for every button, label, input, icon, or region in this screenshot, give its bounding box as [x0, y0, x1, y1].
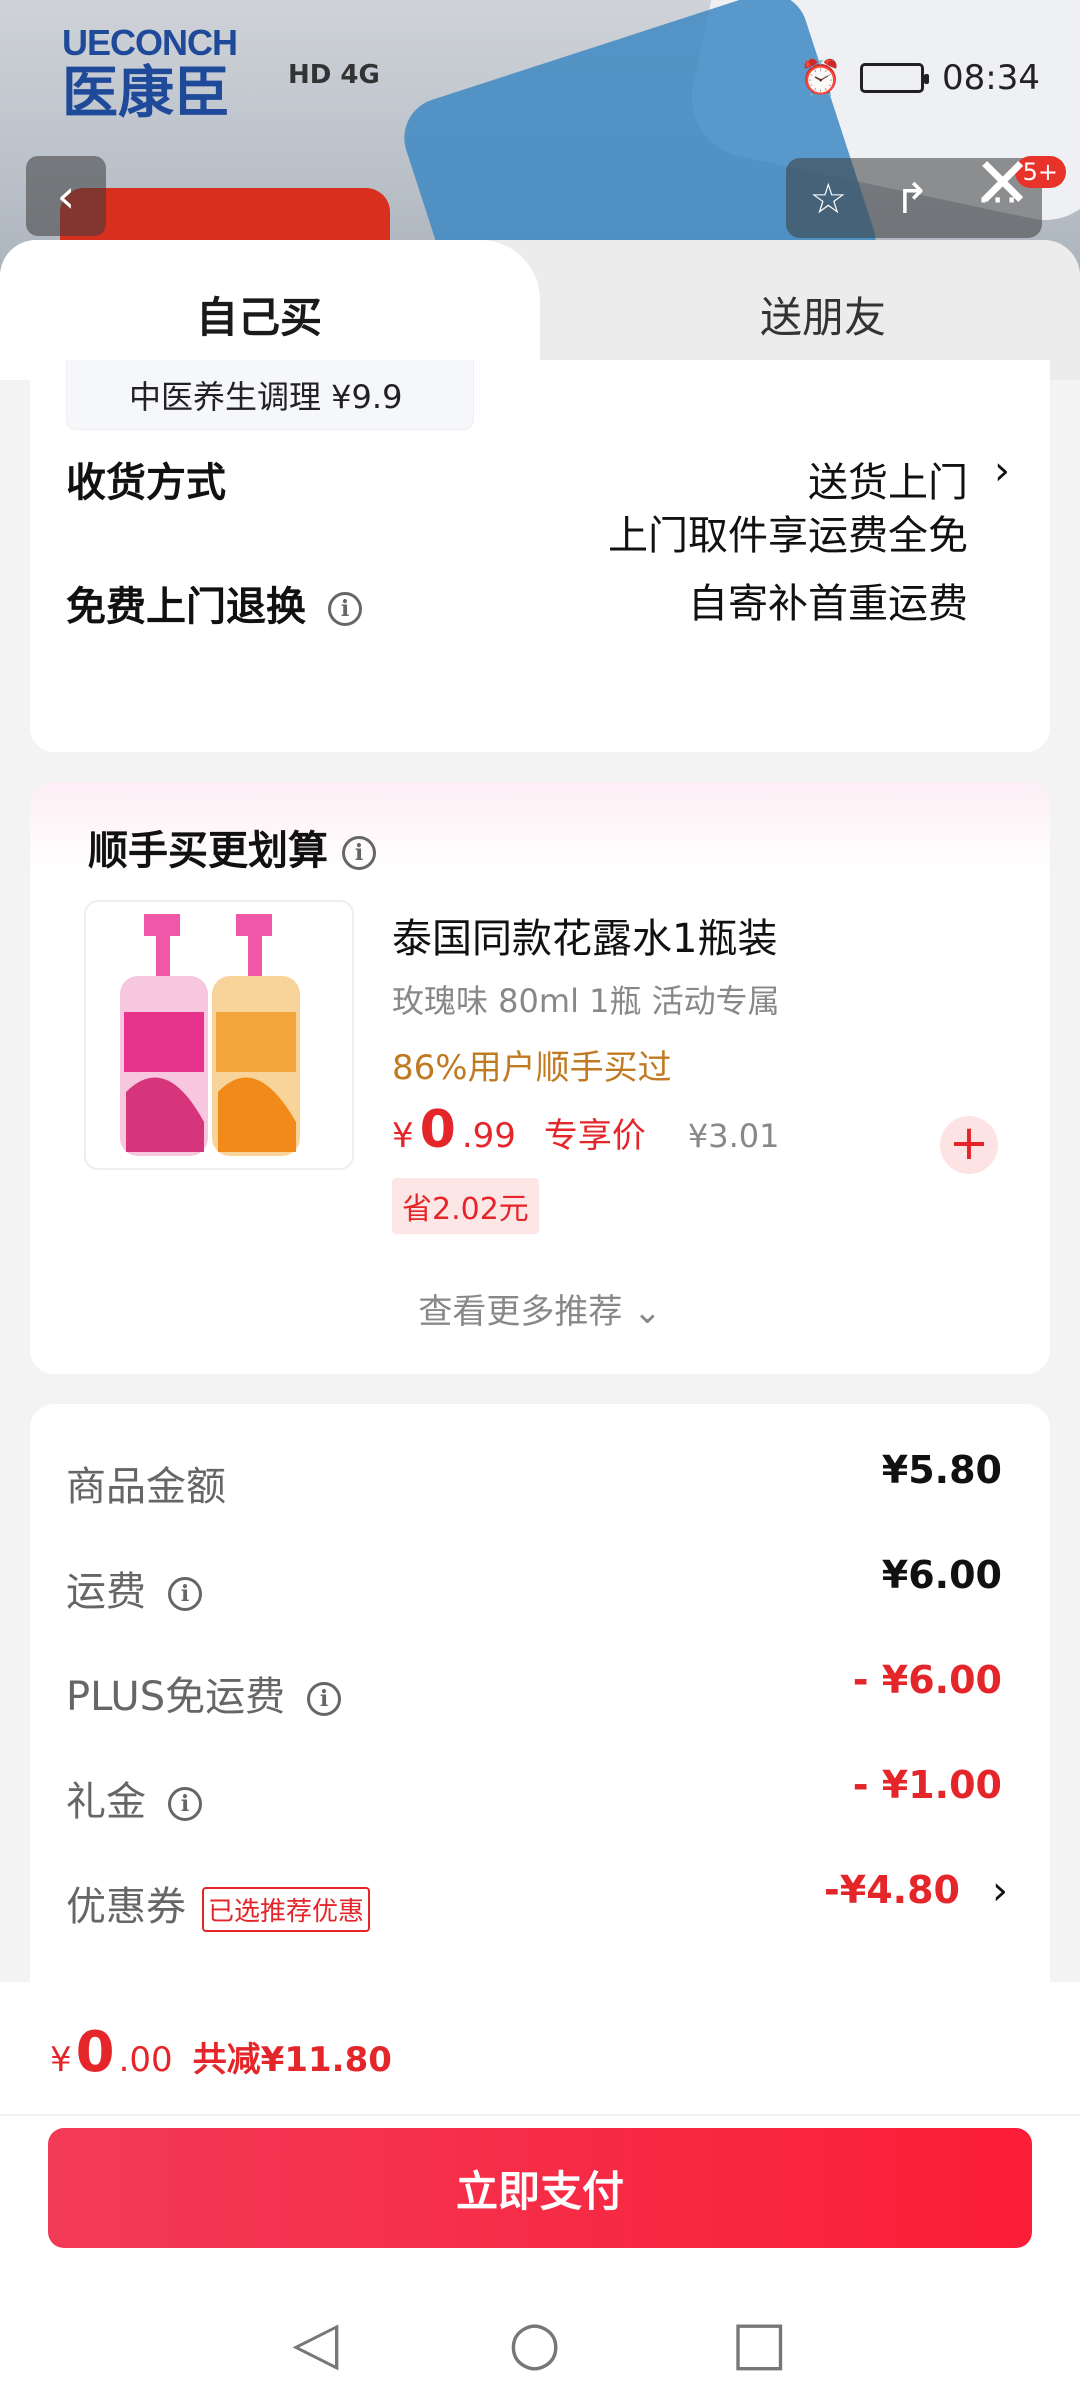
- brand-logo: UECONCH 医康臣: [62, 22, 238, 124]
- chevron-right-icon[interactable]: ›: [994, 448, 1010, 494]
- total-saved: 共减¥11.80: [192, 2040, 392, 2080]
- free-return-label: 免费上门退换 i: [66, 574, 362, 632]
- upsell-price: ¥0.99 专享价 ¥3.01: [392, 1100, 780, 1160]
- info-icon[interactable]: i: [168, 1577, 202, 1611]
- tab-self-label[interactable]: 自己买: [196, 284, 322, 345]
- purchase-tabs: 自己买 送朋友: [0, 240, 1080, 380]
- checkout-sheet: 自己买 送朋友 中医养生调理 ¥9.9 收货方式 送货上门 › 免费上门退换 i …: [0, 240, 1080, 2400]
- info-icon[interactable]: i: [168, 1787, 202, 1821]
- clock: 08:34: [942, 58, 1040, 98]
- fee-row-goods: 商品金额 ¥5.80: [66, 1448, 1002, 1510]
- tab-friend-label[interactable]: 送朋友: [760, 284, 886, 345]
- alarm-icon: ⏰: [799, 58, 843, 98]
- free-return-detail: 上门取件享运费全免 自寄补首重运费: [608, 513, 968, 627]
- coupon-selected-tag: 已选推荐优惠: [202, 1886, 371, 1932]
- add-upsell-button[interactable]: +: [940, 1116, 998, 1174]
- upsell-product-name[interactable]: 泰国同款花露水1瓶装: [392, 906, 777, 964]
- upsell-card: 顺手买更划算 i 泰国同款花露水1瓶装 玫瑰味 80ml 1瓶 活动专属 86%用…: [30, 782, 1050, 1374]
- battery-icon: [860, 63, 930, 93]
- network-status: HD 4G: [288, 60, 380, 90]
- savings-tag: 省2.02元: [392, 1178, 539, 1234]
- exclusive-price-label: 专享价: [543, 1116, 646, 1156]
- divider: [0, 2114, 1080, 2116]
- status-bar-right: ⏰ 08:34: [800, 58, 1040, 98]
- favorite-star-icon[interactable]: ☆: [810, 174, 848, 223]
- product-thumbnail[interactable]: [84, 900, 354, 1170]
- back-button[interactable]: ‹: [26, 156, 106, 236]
- nav-back-icon[interactable]: ◁: [292, 2308, 338, 2378]
- close-icon[interactable]: ✕: [973, 148, 1032, 218]
- chevron-right-icon[interactable]: ›: [992, 1868, 1008, 1914]
- pay-now-button[interactable]: 立即支付: [48, 2128, 1032, 2248]
- spray-bottles-image: [120, 914, 300, 1156]
- shipping-method-label: 收货方式: [66, 460, 226, 506]
- share-icon[interactable]: ↱: [894, 174, 929, 223]
- info-icon[interactable]: i: [328, 592, 362, 626]
- fee-row-plus-free-shipping: PLUS免运费 i - ¥6.00: [66, 1658, 1002, 1720]
- shipping-method-value[interactable]: 送货上门: [808, 450, 968, 508]
- nav-home-icon[interactable]: ○: [509, 2308, 561, 2378]
- delivery-card: 中医养生调理 ¥9.9 收货方式 送货上门 › 免费上门退换 i 上门取件享运费全…: [30, 360, 1050, 752]
- checkout-bottom-bar: ¥0.00 共减¥11.80 立即支付 ◁ ○ □: [0, 1982, 1080, 2400]
- more-recommendations-link[interactable]: 查看更多推荐 ⌄: [30, 1284, 1050, 1333]
- upsell-product-note: 86%用户顺手买过: [392, 1048, 672, 1088]
- fee-row-shipping: 运费 i ¥6.00: [66, 1553, 1002, 1615]
- selected-spec-chip[interactable]: 中医养生调理 ¥9.9: [66, 360, 474, 430]
- fee-row-gift-money: 礼金 i - ¥1.00: [66, 1763, 1002, 1825]
- info-icon[interactable]: i: [307, 1682, 342, 1716]
- original-price: ¥3.01: [687, 1117, 780, 1155]
- upsell-title: 顺手买更划算 i: [88, 818, 376, 876]
- upsell-product-spec: 玫瑰味 80ml 1瓶 活动专属: [392, 982, 780, 1020]
- info-icon[interactable]: i: [342, 836, 376, 870]
- system-nav-bar: ◁ ○ □: [0, 2308, 1080, 2378]
- total-price: ¥0.00 共减¥11.80: [50, 2020, 392, 2085]
- fee-row-coupon[interactable]: 优惠券 已选推荐优惠 -¥4.80 ›: [66, 1868, 1016, 1934]
- nav-recents-icon[interactable]: □: [731, 2308, 788, 2378]
